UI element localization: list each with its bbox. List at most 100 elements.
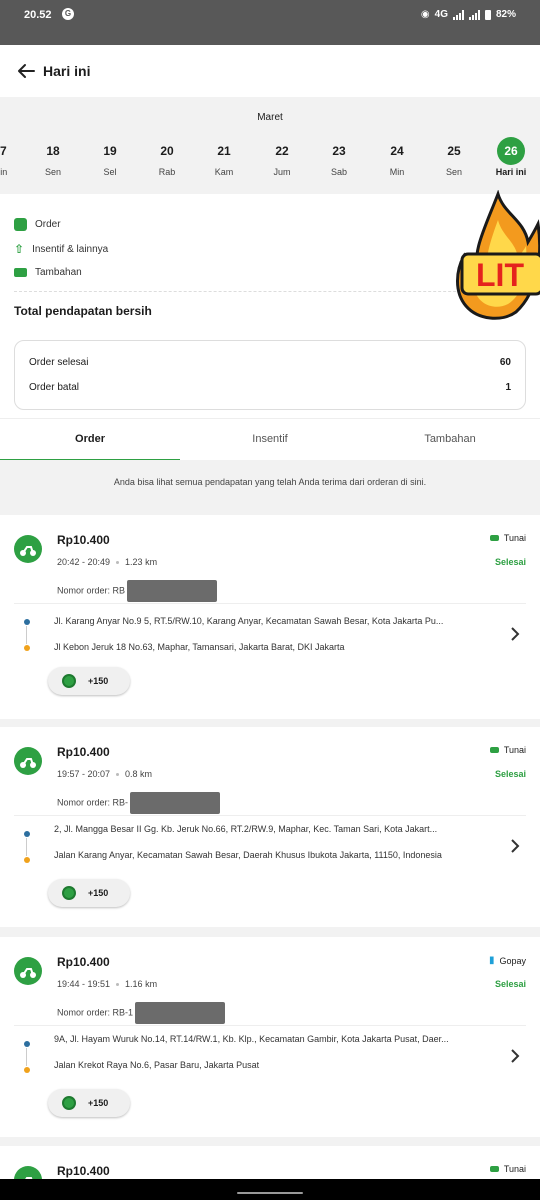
payment-method: Tunai [489,1164,526,1174]
app-bar: Hari ini [0,45,540,97]
lit-fire-sticker: LIT [456,190,540,320]
stat-completed: Order selesai 60 [29,357,511,368]
payment-method: Tunai [489,745,526,755]
tab-order[interactable]: Order [0,419,180,461]
route-line [24,831,34,863]
order-meta: 19:44 - 19:51 1.16 km [57,979,158,989]
order-number: Nomor order: RB-1 [57,1002,226,1024]
dropoff-address: Jalan Krekot Raya No.6, Pasar Baru, Jaka… [54,1060,260,1070]
chevron-right-icon[interactable] [510,627,520,641]
notification-icon: G [62,8,74,20]
motorbike-icon [14,957,42,985]
battery-level: 82% [495,9,516,20]
day-item[interactable]: 21 Kam [204,137,244,177]
motorbike-icon [14,535,42,563]
summary-row-extra[interactable]: Tambahan [14,267,82,278]
dropoff-dot-icon [24,857,30,863]
info-text: Anda bisa lihat semua pendapatan yang te… [0,460,540,504]
chevron-right-icon[interactable] [510,1049,520,1063]
order-price: Rp10.400 [57,745,110,759]
points-badge: +150 [48,667,130,695]
pickup-address: 2, Jl. Mangga Besar II Gg. Kb. Jeruk No.… [54,824,438,834]
order-stats-box: Order selesai 60 Order batal 1 [14,340,526,410]
order-number: Nomor order: RB- [57,792,221,814]
payment-method: ▮ Gopay [488,955,526,966]
pickup-dot-icon [24,831,30,837]
tab-incentive[interactable]: Insentif [180,419,360,461]
network-type: 4G [434,9,448,20]
redacted-block [130,792,221,814]
cash-icon [489,535,499,541]
payment-method: Tunai [489,533,526,543]
location-icon: ◉ [420,9,430,20]
day-item[interactable]: 25 Sen [434,137,474,177]
day-item[interactable]: 19 Sel [90,137,130,177]
stat-cancelled: Order batal 1 [29,382,511,393]
order-card[interactable]: Rp10.400 20:42 - 20:49 1.23 km Nomor orde… [0,515,540,719]
order-price: Rp10.400 [57,1164,110,1178]
order-meta: 19:57 - 20:07 0.8 km [57,769,153,779]
motorbike-icon [14,747,42,775]
day-item-today[interactable]: 26 Hari ini [491,137,531,177]
day-item[interactable]: 22 Jum [262,137,302,177]
home-gesture-handle[interactable] [237,1192,303,1194]
order-price: Rp10.400 [57,955,110,969]
order-card[interactable]: Rp10.400 Tunai [0,1146,540,1179]
status-icons: ◉ 4G 82% [421,9,516,20]
svg-text:LIT: LIT [476,257,524,293]
pickup-address: 9A, Jl. Hayam Wuruk No.14, RT.14/RW.1, K… [54,1034,449,1044]
divider [14,1025,526,1026]
medal-icon [62,1096,76,1110]
dropoff-dot-icon [24,1067,30,1073]
points-badge: +150 [48,879,130,907]
day-item[interactable]: 24 Min [377,137,417,177]
order-status: Selesai [494,769,526,779]
dropoff-address: Jl Kebon Jeruk 18 No.63, Maphar, Tamansa… [54,642,345,652]
status-bar: 20.52 G ◉ 4G 82% [0,0,540,45]
date-selector: Maret 17Min 18Sen 19Sel 20Rab 21Kam 22Ju… [0,97,540,194]
medal-icon [62,674,76,688]
order-meta: 20:42 - 20:49 1.23 km [57,557,158,567]
summary-row-incentive[interactable]: ⇧ Insentif & lainnya [14,242,108,256]
order-icon [14,218,27,231]
route-line [24,1041,34,1073]
status-time: 20.52 [24,9,52,21]
battery-icon [484,9,491,20]
order-card[interactable]: Rp10.400 19:44 - 19:51 1.16 km Nomor orde… [0,937,540,1137]
day-item[interactable]: 18 Sen [33,137,73,177]
cash-icon [489,747,499,753]
month-label: Maret [257,112,283,123]
dropoff-dot-icon [24,645,30,651]
chevron-right-icon[interactable] [510,839,520,853]
redacted-block [127,580,218,602]
day-item[interactable]: 20 Rab [147,137,187,177]
cash-icon [14,268,27,277]
redacted-block [135,1002,226,1024]
signal-icon [452,9,464,20]
route-line [24,619,34,651]
order-status: Selesai [494,979,526,989]
order-price: Rp10.400 [57,533,110,547]
divider [14,291,526,292]
pickup-dot-icon [24,619,30,625]
order-number: Nomor order: RB [57,580,218,602]
page-title: Hari ini [43,63,91,79]
cash-icon [489,1166,499,1172]
medal-icon [62,886,76,900]
system-nav-bar [0,1179,540,1200]
points-badge: +150 [48,1089,130,1117]
divider [14,815,526,816]
day-item[interactable]: 17Min [0,137,20,177]
wallet-icon: ▮ [488,955,495,966]
summary-row-order[interactable]: Order [14,218,61,231]
signal-icon-2 [468,9,480,20]
pickup-address: Jl. Karang Anyar No.9 5, RT.5/RW.10, Kar… [54,616,444,626]
order-card[interactable]: Rp10.400 19:57 - 20:07 0.8 km Nomor order… [0,727,540,927]
tab-extra[interactable]: Tambahan [360,419,540,461]
divider [14,603,526,604]
incentive-icon: ⇧ [14,242,25,256]
day-item[interactable]: 23 Sab [319,137,359,177]
pickup-dot-icon [24,1041,30,1047]
motorbike-icon [14,1166,42,1179]
back-arrow-icon[interactable] [14,59,38,83]
